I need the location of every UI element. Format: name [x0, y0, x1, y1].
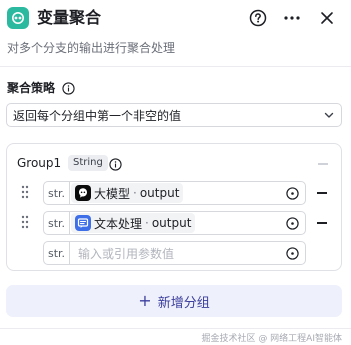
reference-source: 文本处理 [94, 216, 143, 231]
text-process-icon [75, 215, 91, 231]
reference-picker-icon[interactable] [286, 247, 299, 260]
remove-variable-icon[interactable] [317, 222, 327, 224]
drag-handle-icon[interactable] [21, 185, 29, 199]
group-card: Group1 String str. 大模型 · output str. 文本处… [6, 143, 342, 271]
reference-picker-icon[interactable] [286, 187, 299, 200]
reference-chip[interactable]: 大模型 · output [71, 183, 184, 203]
variable-input[interactable]: str. 输入或引用参数值 [43, 241, 306, 265]
panel-header: 变量聚合 [0, 0, 351, 36]
more-button[interactable] [281, 7, 303, 29]
header-divider [0, 66, 351, 67]
strategy-label-text: 聚合策略 [7, 81, 56, 95]
group-name[interactable]: Group1 [17, 155, 61, 171]
strategy-label: 聚合策略 [7, 79, 75, 97]
variable-input-placeholder: 输入或引用参数值 [78, 246, 175, 261]
reference-source: 大模型 [94, 186, 131, 201]
remove-variable-icon[interactable] [317, 192, 327, 194]
close-button[interactable] [316, 7, 338, 29]
variable-field[interactable]: str. 文本处理 · output [43, 211, 306, 235]
remove-group-icon [318, 163, 328, 165]
type-prefix: str. [44, 212, 70, 234]
help-icon [249, 9, 267, 27]
variable-row: str. 文本处理 · output [7, 211, 341, 235]
strategy-select[interactable]: 返回每个分组中第一个非空的值 [6, 103, 342, 127]
help-button[interactable] [247, 7, 269, 29]
chevron-down-icon [324, 112, 334, 118]
variable-field[interactable]: str. 大模型 · output [43, 181, 306, 205]
node-title[interactable]: 变量聚合 [37, 7, 101, 29]
type-prefix: str. [44, 242, 70, 264]
reference-picker-icon[interactable] [286, 217, 299, 230]
footer-divider [0, 328, 351, 329]
reference-separator: · [133, 186, 137, 200]
group-type-badge: String [68, 155, 108, 171]
type-prefix: str. [44, 182, 70, 204]
llm-icon [75, 185, 91, 201]
aggregate-icon [7, 7, 29, 29]
group-info-icon[interactable] [109, 156, 122, 175]
close-icon [321, 12, 333, 24]
variable-row-empty: str. 输入或引用参数值 [7, 241, 341, 265]
reference-field: output [151, 216, 192, 230]
plus-icon: + [138, 291, 152, 310]
reference-separator: · [145, 216, 149, 230]
variable-row: str. 大模型 · output [7, 181, 341, 205]
strategy-select-value: 返回每个分组中第一个非空的值 [13, 108, 182, 123]
variable-aggregate-panel: 变量聚合 对多个分支的输出进行聚合处理 聚合策略 返回每个分组中第一个非空的值 … [0, 0, 351, 345]
node-description: 对多个分支的输出进行聚合处理 [7, 41, 176, 55]
drag-handle-icon[interactable] [21, 215, 29, 229]
info-icon[interactable] [61, 81, 75, 95]
add-group-label: 新增分组 [157, 295, 210, 311]
reference-field: output [139, 186, 180, 200]
more-icon [284, 16, 300, 20]
reference-chip[interactable]: 文本处理 · output [71, 213, 196, 233]
add-group-button[interactable]: + 新增分组 [6, 285, 342, 317]
watermark: 掘金技术社区 @ 网络工程AI智能体 [201, 334, 342, 344]
